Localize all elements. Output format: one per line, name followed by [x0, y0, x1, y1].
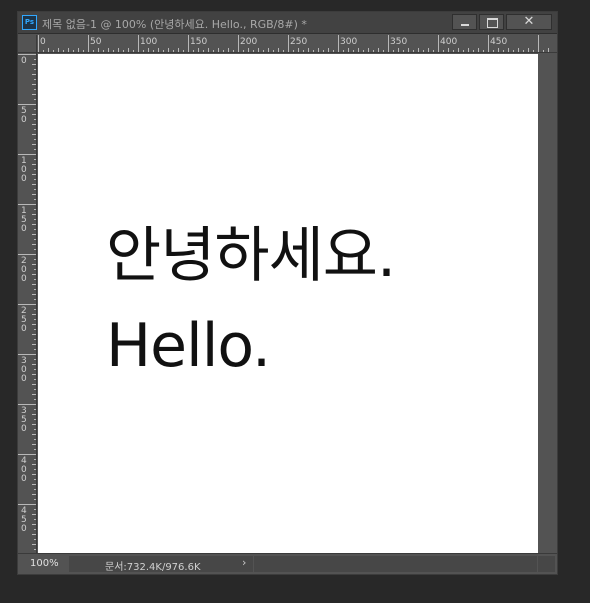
ruler-label: 0	[21, 115, 27, 125]
document-title-bar[interactable]: Ps 제목 없음-1 @ 100% (안녕하세요. Hello., RGB/8#…	[18, 12, 557, 34]
document-size-text: 문서:732.4K/976.6K	[105, 562, 201, 573]
ruler-label: 0	[40, 37, 46, 47]
scrollbar-corner	[538, 556, 555, 572]
ruler-label: 0	[21, 274, 27, 284]
status-bar: 100% 문서:732.4K/976.6K ›	[18, 553, 557, 574]
zoom-level[interactable]: 100%	[30, 558, 59, 569]
ruler-label: 0	[21, 56, 27, 66]
maximize-button[interactable]	[479, 14, 504, 30]
document-window: Ps 제목 없음-1 @ 100% (안녕하세요. Hello., RGB/8#…	[17, 11, 558, 575]
ruler-label: 0	[21, 324, 27, 334]
document-canvas[interactable]: 안녕하세요. Hello.	[38, 54, 538, 553]
ruler-label: 150	[190, 37, 207, 47]
horizontal-ruler[interactable]: 0 50 100 150 200 250 300 350 400 450	[37, 35, 557, 53]
ruler-label: 50	[90, 37, 102, 47]
ruler-label: 0	[21, 174, 27, 184]
photoshop-app-icon: Ps	[22, 15, 37, 30]
canvas-text-english: Hello.	[106, 311, 271, 381]
status-menu-arrow-icon[interactable]: ›	[242, 556, 246, 569]
close-icon: ✕	[523, 14, 535, 29]
ruler-label: 250	[290, 37, 307, 47]
ruler-label: 450	[490, 37, 507, 47]
document-title: 제목 없음-1 @ 100% (안녕하세요. Hello., RGB/8#) *	[42, 18, 307, 31]
ruler-label: 300	[340, 37, 357, 47]
close-button[interactable]: ✕	[506, 14, 552, 30]
ruler-label: 0	[21, 224, 27, 234]
ruler-label: 0	[21, 474, 27, 484]
ruler-label: 350	[390, 37, 407, 47]
ruler-label: 0	[21, 374, 27, 384]
document-info: 문서:732.4K/976.6K	[69, 556, 253, 573]
ruler-label: 400	[440, 37, 457, 47]
minimize-button[interactable]	[452, 14, 477, 30]
ruler-origin[interactable]	[18, 35, 37, 53]
vertical-ruler[interactable]: 050100150200250300350400450	[18, 53, 37, 553]
ruler-label: 200	[240, 37, 257, 47]
ruler-label: 100	[140, 37, 157, 47]
canvas-text-korean: 안녕하세요.	[106, 221, 396, 291]
ruler-label: 0	[21, 424, 27, 434]
ruler-label: 0	[21, 524, 27, 534]
horizontal-scrollbar[interactable]	[254, 556, 537, 572]
